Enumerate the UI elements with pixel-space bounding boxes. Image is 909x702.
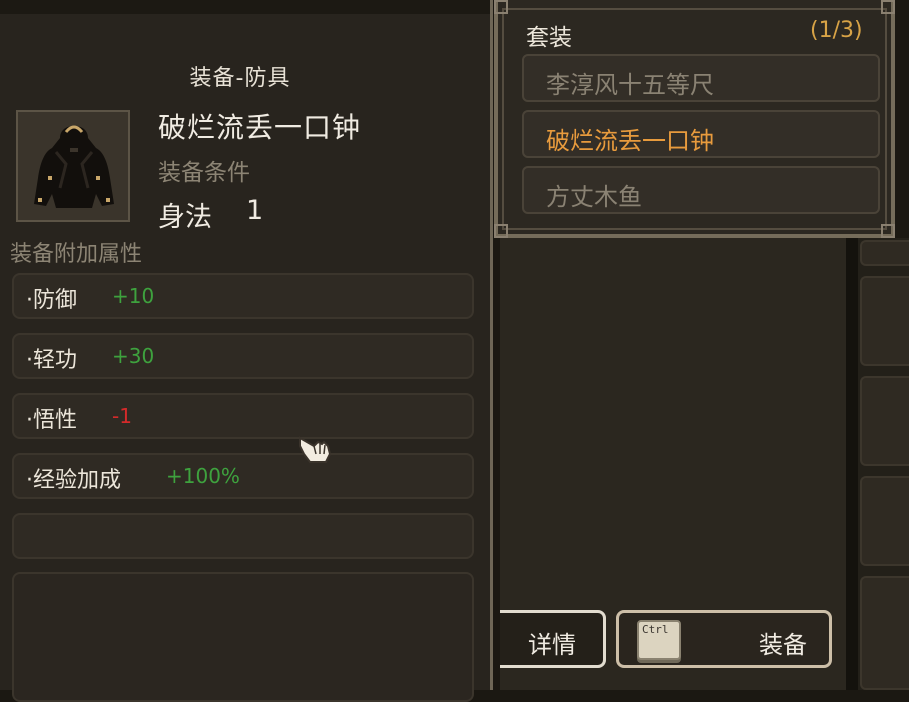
hotkey-label: Ctrl <box>642 623 669 636</box>
requirement-label: 装备条件 <box>158 160 250 186</box>
description-box <box>12 572 474 702</box>
attribute-row: ·经验加成 +100% <box>12 453 474 499</box>
detail-button[interactable]: 详情 <box>500 610 606 668</box>
frame-corner <box>494 0 508 14</box>
equip-button[interactable]: Ctrl 装备 <box>616 610 832 668</box>
requirement-attribute: 身法 <box>158 202 212 233</box>
attribute-row: ·防御 +10 <box>12 273 474 319</box>
attribute-row: ·轻功 +30 <box>12 333 474 379</box>
set-item-active: 破烂流丢一口钟 <box>522 110 880 158</box>
set-item-name: 方丈木鱼 <box>546 183 642 211</box>
side-tab[interactable] <box>860 376 909 466</box>
attribute-row-empty <box>12 513 474 559</box>
detail-button-label: 详情 <box>528 631 576 659</box>
attribute-row: ·悟性 -1 <box>12 393 474 439</box>
attribute-name: ·轻功 <box>26 348 77 373</box>
bonus-attributes-label: 装备附加属性 <box>10 242 143 267</box>
attribute-value: -1 <box>112 404 132 428</box>
side-tab[interactable] <box>860 576 909 690</box>
panel-edge <box>846 238 858 690</box>
item-name: 破烂流丢一口钟 <box>158 111 362 144</box>
side-tab[interactable] <box>860 276 909 366</box>
ctrl-key-icon: Ctrl <box>637 620 681 660</box>
frame-corner <box>881 224 895 238</box>
item-icon-slot <box>16 110 130 222</box>
cloak-icon <box>34 125 114 208</box>
set-title: 套装 <box>526 25 572 51</box>
item-category-title: 装备-防具 <box>189 66 291 91</box>
set-item: 李淳风十五等尺 <box>522 54 880 102</box>
attribute-value: +30 <box>112 344 155 368</box>
attribute-name: ·悟性 <box>26 408 77 433</box>
requirement-value: 1 <box>246 195 264 226</box>
frame-corner <box>881 0 895 14</box>
set-item: 方丈木鱼 <box>522 166 880 214</box>
hand-cursor-icon <box>299 436 332 463</box>
attribute-value: +10 <box>112 284 155 308</box>
frame-corner <box>494 224 508 238</box>
panel-divider <box>490 0 493 690</box>
side-tab[interactable] <box>860 240 909 266</box>
side-tab[interactable] <box>860 476 909 566</box>
panel-top-strip <box>0 0 492 14</box>
attribute-name: ·防御 <box>26 288 77 313</box>
set-item-name: 李淳风十五等尺 <box>546 71 714 99</box>
equip-button-label: 装备 <box>759 631 807 659</box>
attribute-value: +100% <box>166 464 240 488</box>
set-item-name: 破烂流丢一口钟 <box>546 127 714 155</box>
attribute-name: ·经验加成 <box>26 468 121 493</box>
set-count: (1/3) <box>810 18 863 43</box>
